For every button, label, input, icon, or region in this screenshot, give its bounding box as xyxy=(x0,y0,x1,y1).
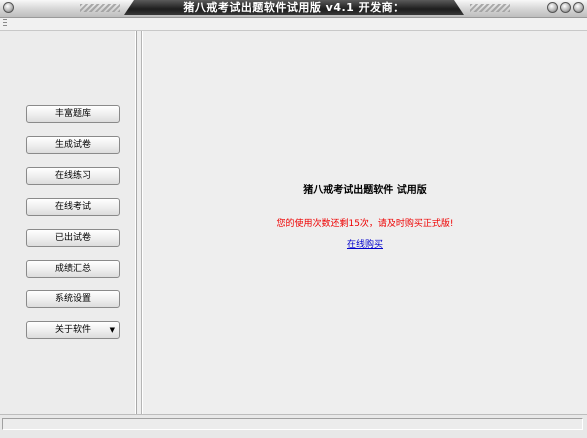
nav-button-label: 生成试卷 xyxy=(54,140,91,150)
nav-button-label: 在线练习 xyxy=(54,171,91,181)
dropdown-arrow-icon: ▼ xyxy=(109,326,115,334)
nav-button-label: 系统设置 xyxy=(54,294,91,304)
minimize-icon[interactable] xyxy=(547,2,558,13)
online-practice-button[interactable]: 在线练习 xyxy=(26,167,120,185)
system-menu-icon[interactable] xyxy=(3,2,14,13)
toolbar xyxy=(0,18,587,31)
trial-warning: 您的使用次数还剩15次，请及时购买正式版! xyxy=(276,219,454,229)
nav-button-label: 在线考试 xyxy=(54,202,91,212)
title-bar[interactable]: 猪八戒考试出题软件试用版 v4.1 开发商： xyxy=(0,0,587,18)
toolbar-grip-icon[interactable] xyxy=(3,19,7,27)
nav-button-label: 已出试卷 xyxy=(54,233,91,243)
title-plate: 猪八戒考试出题软件试用版 v4.1 开发商： xyxy=(124,0,464,15)
main-content-panel: 猪八戒考试出题软件 试用版 您的使用次数还剩15次，请及时购买正式版! 在线购买 xyxy=(141,31,587,414)
created-papers-button[interactable]: 已出试卷 xyxy=(26,229,120,247)
online-exam-button[interactable]: 在线考试 xyxy=(26,198,120,216)
title-decoration xyxy=(80,4,120,12)
title-decoration xyxy=(470,4,510,12)
generate-paper-button[interactable]: 生成试卷 xyxy=(26,136,120,154)
product-heading: 猪八戒考试出题软件 试用版 xyxy=(303,185,427,196)
buy-online-link[interactable]: 在线购买 xyxy=(142,237,587,250)
score-summary-button[interactable]: 成绩汇总 xyxy=(26,260,120,278)
status-bar xyxy=(0,414,587,438)
window-title: 猪八戒考试出题软件试用版 v4.1 开发商： xyxy=(183,1,405,14)
nav-button-label: 丰富题库 xyxy=(54,109,91,119)
close-icon[interactable] xyxy=(573,2,584,13)
nav-button-label: 成绩汇总 xyxy=(54,264,91,274)
about-software-button[interactable]: 关于软件 ▼ xyxy=(26,321,120,339)
maximize-icon[interactable] xyxy=(560,2,571,13)
system-settings-button[interactable]: 系统设置 xyxy=(26,290,120,308)
status-field xyxy=(2,418,583,430)
nav-button-label: 关于软件 xyxy=(54,325,91,335)
left-nav-panel: 丰富题库 生成试卷 在线练习 在线考试 已出试卷 成绩汇总 系统设置 关于软件 ▼ xyxy=(0,31,137,414)
rich-question-bank-button[interactable]: 丰富题库 xyxy=(26,105,120,123)
